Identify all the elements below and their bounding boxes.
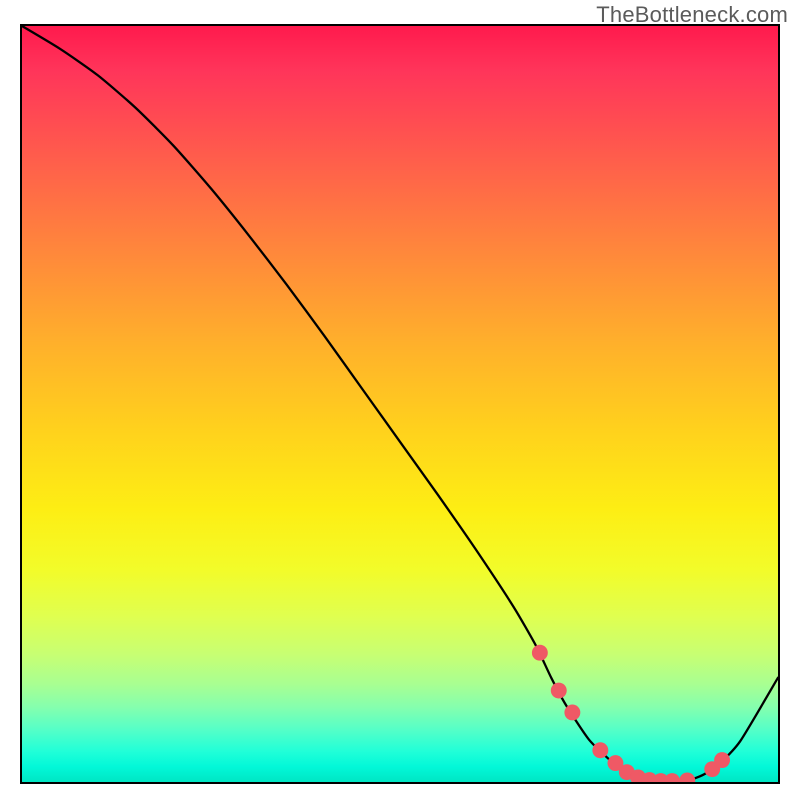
highlight-dot	[564, 704, 580, 720]
highlight-dot	[592, 742, 608, 758]
plot-area	[20, 24, 780, 784]
highlight-dots	[532, 645, 730, 782]
bottleneck-curve	[22, 26, 778, 781]
highlight-dot	[532, 645, 548, 661]
highlight-dot	[551, 683, 567, 699]
chart-svg	[22, 26, 778, 782]
chart-stage: TheBottleneck.com	[0, 0, 800, 800]
highlight-dot	[664, 773, 680, 782]
highlight-dot	[679, 773, 695, 782]
highlight-dot	[714, 752, 730, 768]
